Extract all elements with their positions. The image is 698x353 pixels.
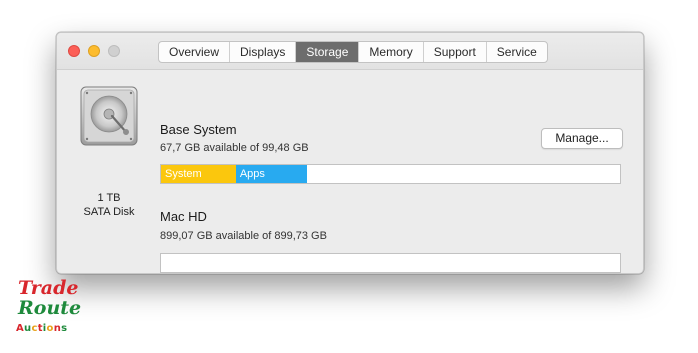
storage-segment-system: System — [161, 165, 236, 183]
logo-line-1: Trade — [18, 277, 79, 299]
hard-drive-icon — [80, 86, 138, 146]
minimize-button[interactable] — [88, 45, 100, 57]
title-bar: Overview Displays Storage Memory Support… — [57, 33, 643, 70]
volume-available: 67,7 GB available of 99,48 GB — [160, 142, 309, 154]
volume-name: Mac HD — [160, 209, 207, 224]
disk-type: SATA Disk — [83, 206, 135, 218]
volume-available: 899,07 GB available of 899,73 GB — [160, 230, 327, 242]
tab-memory[interactable]: Memory — [359, 42, 424, 62]
logo-line-3: Auctions — [16, 323, 68, 334]
tab-service[interactable]: Service — [487, 42, 547, 62]
tab-support[interactable]: Support — [424, 42, 487, 62]
volume-name: Base System — [160, 122, 237, 137]
tab-overview[interactable]: Overview — [159, 42, 231, 62]
disk-caption: 1 TB SATA Disk — [71, 191, 147, 219]
storage-pane: 1 TB SATA Disk Base System 67,7 GB avail… — [57, 70, 643, 273]
tab-displays[interactable]: Displays — [230, 42, 297, 62]
storage-segment-apps: Apps — [235, 165, 307, 183]
manage-button[interactable]: Manage... — [541, 128, 623, 149]
disk-capacity: 1 TB — [97, 192, 121, 204]
storage-usage-bar — [160, 253, 621, 273]
close-button[interactable] — [68, 45, 80, 57]
trade-route-auctions-logo: Trade Route Auctions — [16, 277, 82, 342]
logo-line-2: Route — [18, 297, 82, 319]
storage-usage-bar: System Apps — [160, 164, 621, 184]
tab-storage[interactable]: Storage — [296, 42, 360, 62]
zoom-button[interactable] — [108, 45, 120, 57]
tab-bar: Overview Displays Storage Memory Support… — [158, 41, 548, 63]
system-information-window: Overview Displays Storage Memory Support… — [56, 32, 644, 274]
